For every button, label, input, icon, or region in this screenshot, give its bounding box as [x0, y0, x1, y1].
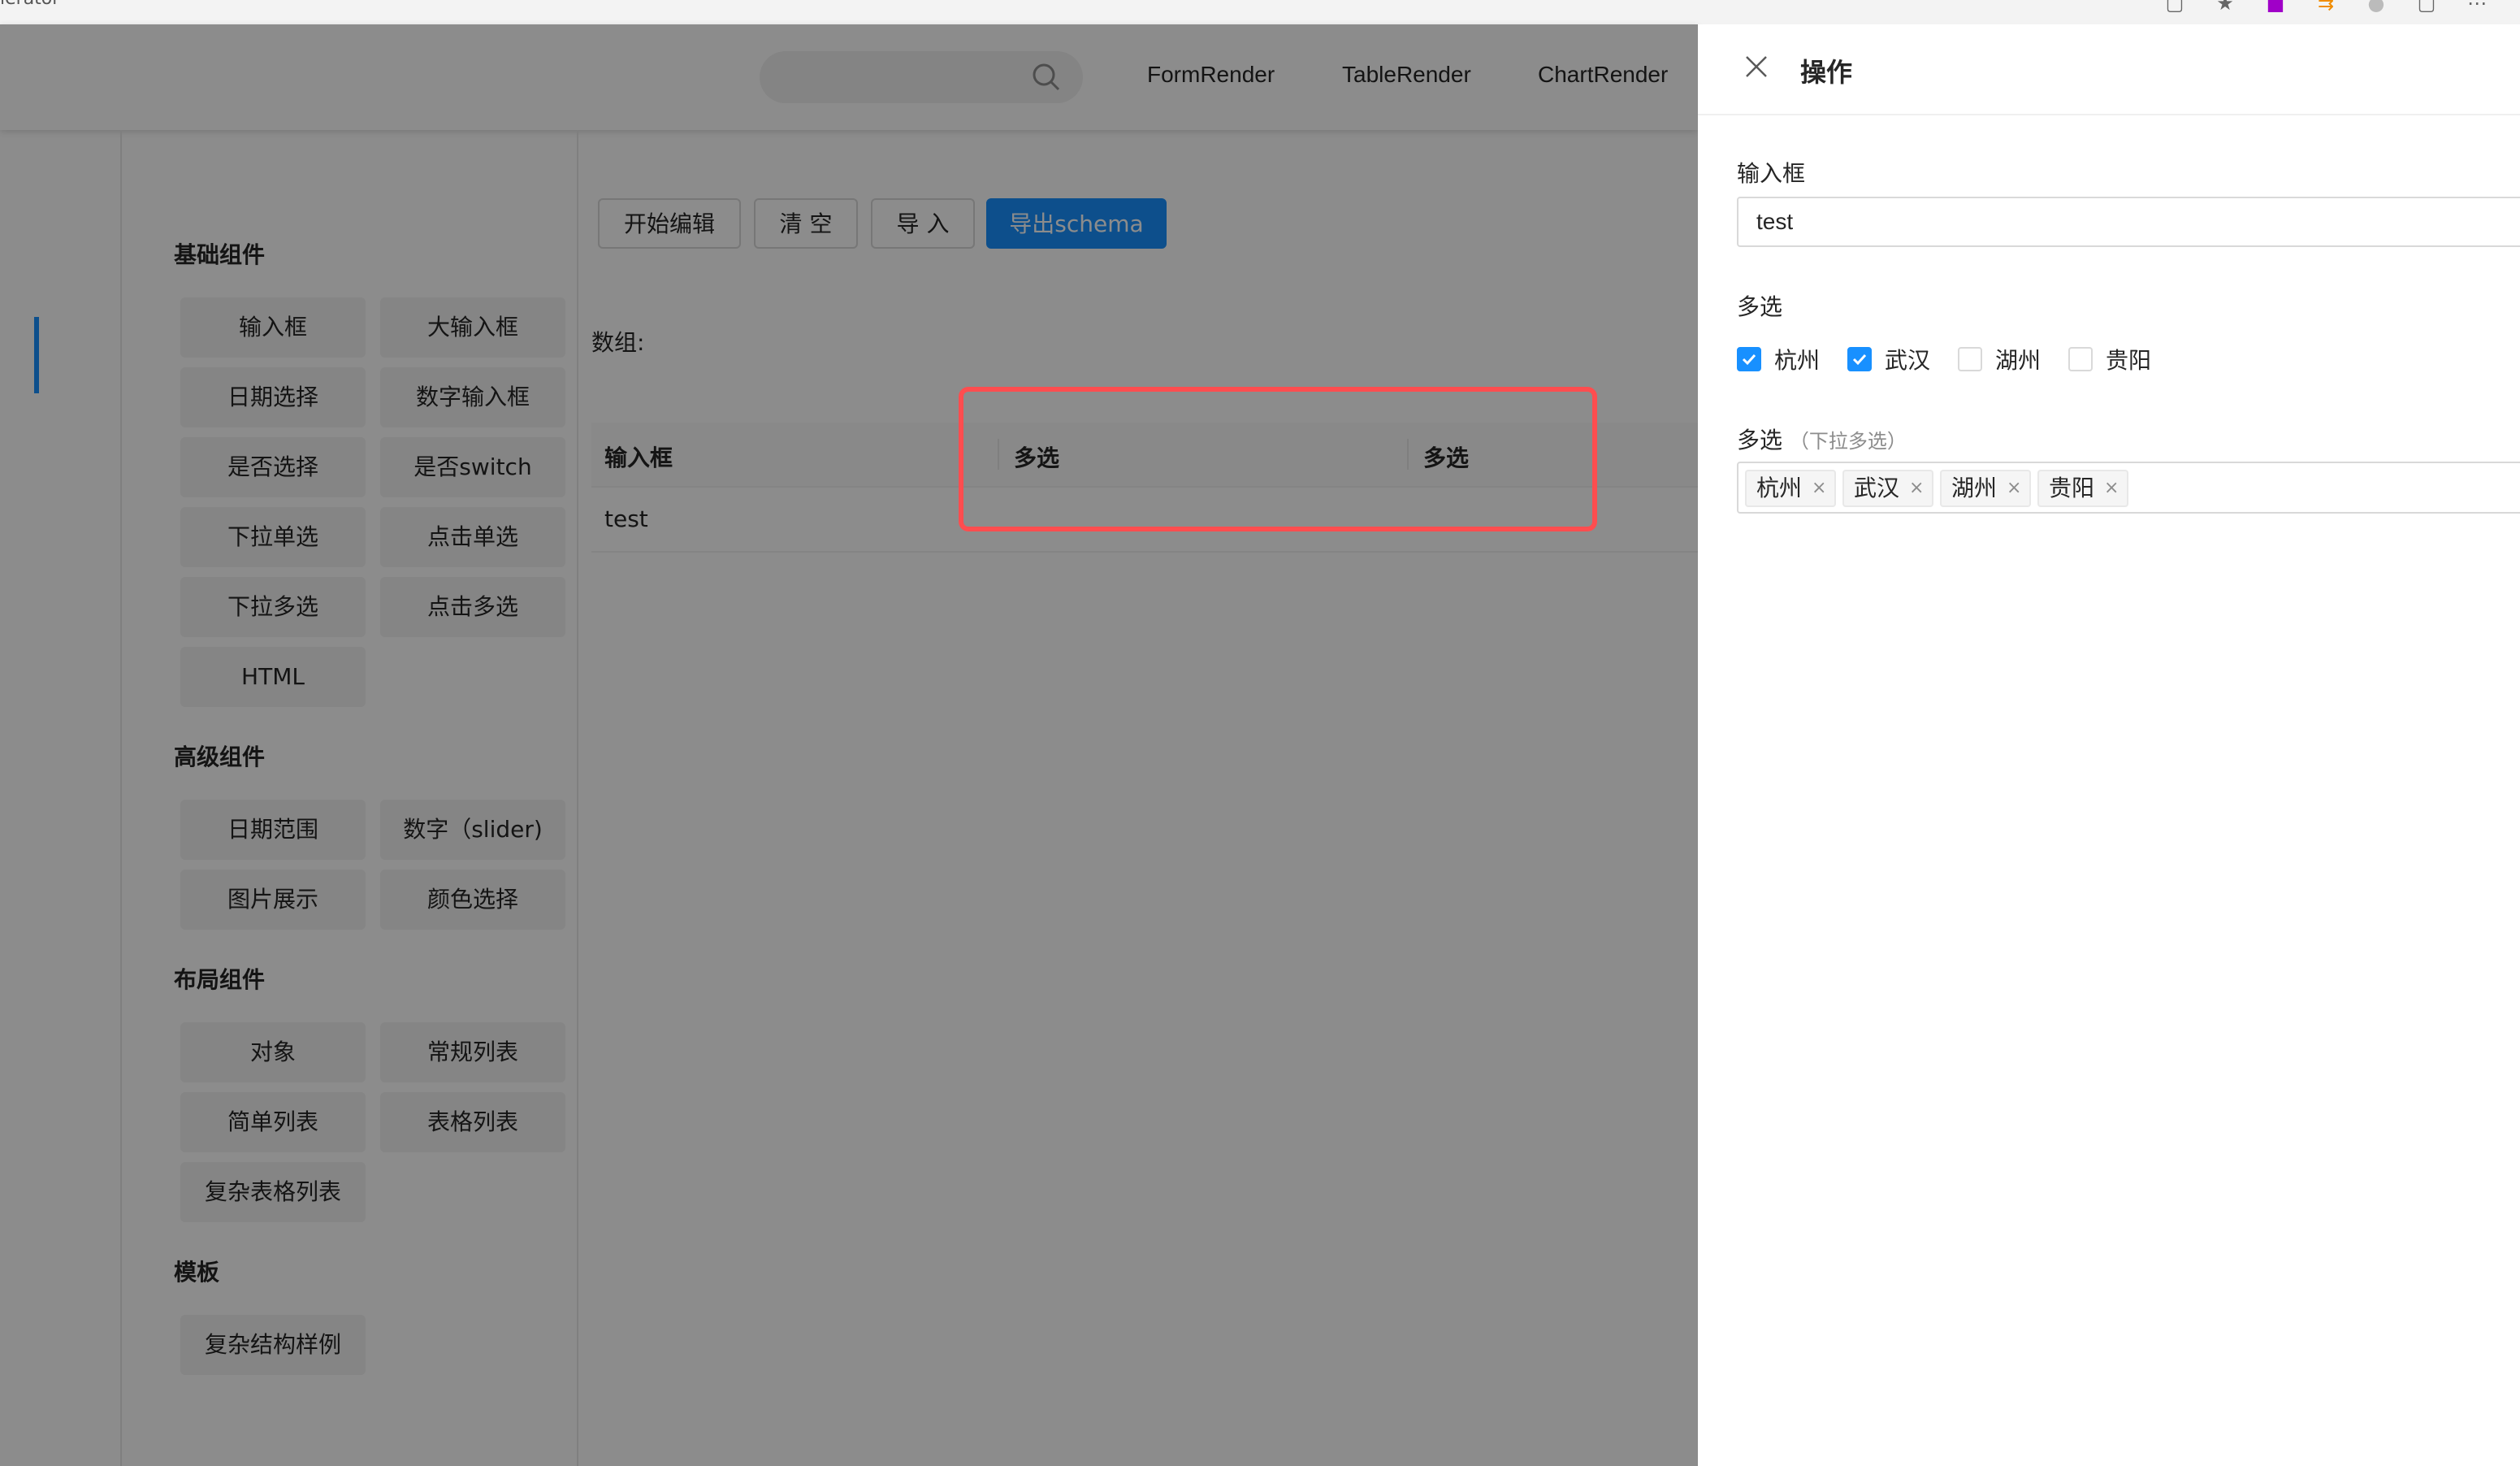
- menu-icon[interactable]: ⋯: [2466, 0, 2488, 15]
- select-label-text: 多选: [1737, 427, 1783, 453]
- bookmark-star-icon[interactable]: ★: [2215, 0, 2236, 15]
- select-label: 多选 （下拉多选）: [1737, 423, 1907, 455]
- checkbox-unchecked[interactable]: [1958, 347, 1982, 371]
- browser-tab-title: lerator: [0, 0, 59, 9]
- select-tag: 武汉 ×: [1842, 470, 1934, 507]
- checkbox-group-label: 多选: [1737, 293, 1783, 320]
- check-icon: [1852, 353, 1867, 366]
- checkbox-option[interactable]: 武汉: [1847, 343, 1930, 375]
- check-icon: [1742, 353, 1756, 366]
- tag-label: 贵阳: [2049, 475, 2095, 501]
- drawer-title: 操作: [1800, 57, 1853, 88]
- tag-label: 杭州: [1756, 475, 1803, 501]
- checkbox-label: 武汉: [1885, 347, 1931, 374]
- checkbox-label: 贵阳: [2106, 347, 2152, 374]
- select-tag: 杭州 ×: [1745, 470, 1837, 507]
- tag-close-icon[interactable]: ×: [2104, 471, 2119, 505]
- select-tag: 湖州 ×: [1940, 470, 2032, 507]
- select-label-note: （下拉多选）: [1789, 430, 1907, 453]
- extension-icon[interactable]: ■: [2265, 0, 2286, 15]
- checkbox-option[interactable]: 贵阳: [2068, 343, 2151, 375]
- checkbox-checked[interactable]: [1847, 347, 1872, 371]
- input-label: 输入框: [1737, 160, 1806, 187]
- browser-toolbar: lerator ▢ ★ ■ ⇉ ● ▢ ⋯: [0, 0, 2520, 25]
- drawer-header: 操作: [1698, 24, 2520, 115]
- tag-label: 武汉: [1854, 475, 1900, 501]
- checkbox-label: 湖州: [1995, 347, 2042, 374]
- multi-select[interactable]: 杭州 × 武汉 × 湖州 × 贵阳 ×: [1737, 462, 2520, 514]
- tag-close-icon[interactable]: ×: [1812, 471, 1826, 505]
- profile-icon[interactable]: ●: [2366, 0, 2387, 15]
- settings-drawer: 操作 输入框 test 多选 杭州 武汉 湖州 贵阳 多选 （下拉多选） 杭州 …: [1698, 24, 2520, 1466]
- checkbox-option[interactable]: 湖州: [1958, 343, 2041, 375]
- share-icon[interactable]: ▢: [2164, 0, 2185, 15]
- close-icon[interactable]: [1743, 54, 1769, 80]
- highlight-frame: [959, 387, 1597, 531]
- select-tag: 贵阳 ×: [2037, 470, 2129, 507]
- checkbox-checked[interactable]: [1737, 347, 1761, 371]
- extension-arrow-icon[interactable]: ⇉: [2315, 0, 2336, 15]
- checkbox-label: 杭州: [1774, 347, 1821, 374]
- browser-extension-icons: ▢ ★ ■ ⇉ ● ▢ ⋯: [2164, 0, 2488, 15]
- copy-icon[interactable]: ▢: [2416, 0, 2437, 15]
- text-input-field[interactable]: test: [1737, 197, 2520, 247]
- drawer-mask[interactable]: [0, 24, 1698, 1466]
- tag-close-icon[interactable]: ×: [2007, 471, 2021, 505]
- checkbox-option[interactable]: 杭州: [1737, 343, 1820, 375]
- checkbox-unchecked[interactable]: [2068, 347, 2093, 371]
- tag-label: 湖州: [1951, 475, 1998, 501]
- tag-close-icon[interactable]: ×: [1909, 471, 1924, 505]
